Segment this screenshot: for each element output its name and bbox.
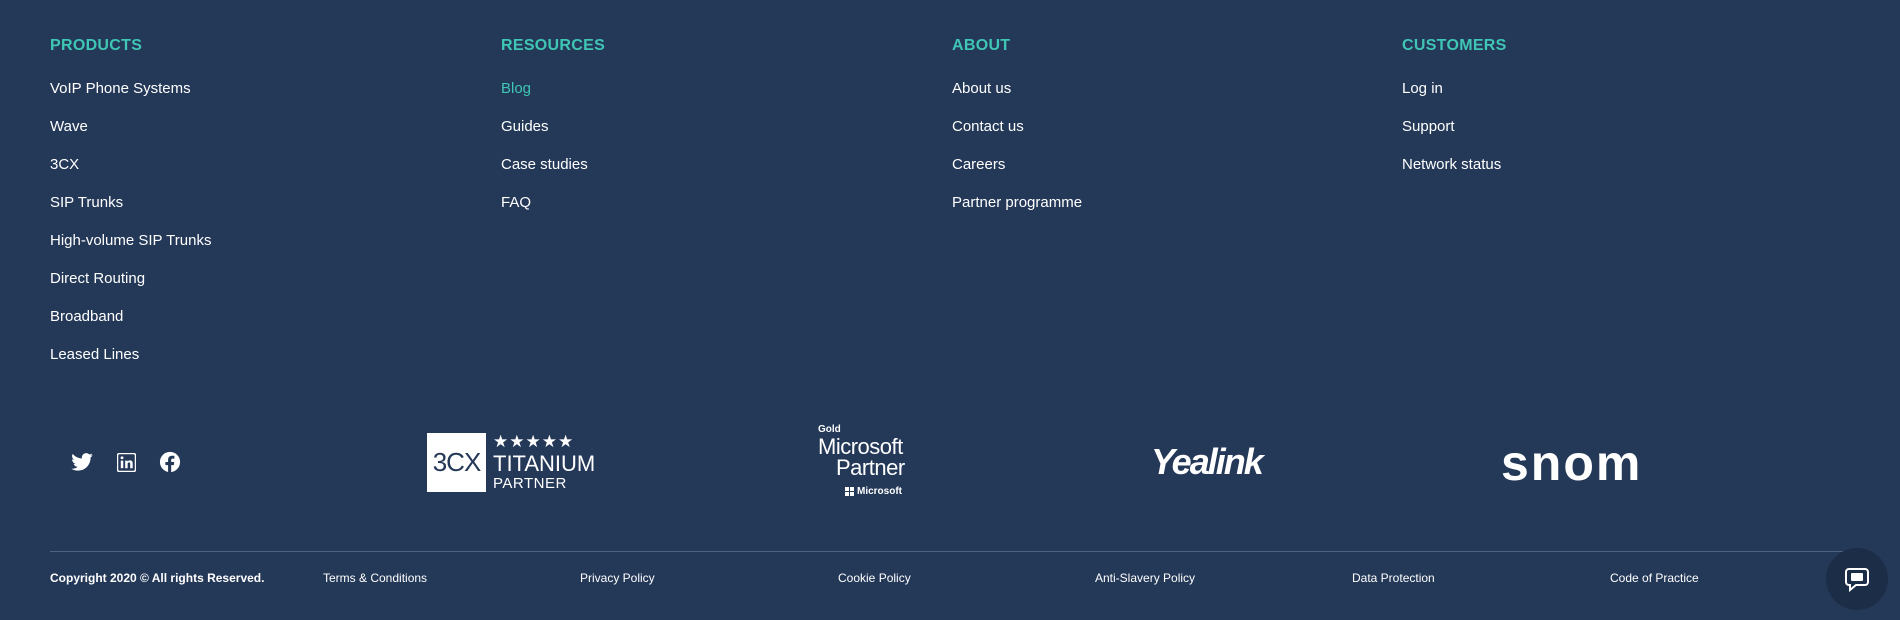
chat-icon — [1845, 568, 1869, 593]
resources-heading: RESOURCES — [501, 37, 606, 54]
link-anti-slavery-policy[interactable]: Anti-Slavery Policy — [1095, 569, 1195, 587]
ms-partner-text: Partner — [836, 455, 905, 480]
footer-divider — [50, 551, 1850, 552]
link-network-status[interactable]: Network status — [1402, 156, 1501, 173]
link-3cx[interactable]: 3CX — [50, 156, 79, 173]
link-privacy-policy[interactable]: Privacy Policy — [580, 569, 655, 587]
link-data-protection[interactable]: Data Protection — [1352, 569, 1435, 587]
about-column: ABOUT About us Contact us Careers Partne… — [952, 36, 1082, 231]
yealink-logo: Yealink — [1151, 441, 1264, 482]
footer-bottom-bar: Copyright 2020 © All rights Reserved. Te… — [50, 569, 1850, 589]
link-broadband[interactable]: Broadband — [50, 308, 123, 325]
copyright-text: Copyright 2020 © All rights Reserved. — [50, 571, 265, 585]
link-partner-programme[interactable]: Partner programme — [952, 194, 1082, 211]
footer-nav: PRODUCTS VoIP Phone Systems Wave 3CX SIP… — [50, 36, 1850, 376]
3cx-titanium-partner-logo: 3CX ★★★★★ TITANIUM PARTNER — [427, 432, 595, 492]
link-code-of-practice[interactable]: Code of Practice — [1610, 569, 1699, 587]
link-contact-us[interactable]: Contact us — [952, 118, 1024, 135]
social-links — [71, 451, 181, 473]
link-high-volume-sip-trunks[interactable]: High-volume SIP Trunks — [50, 232, 211, 249]
link-guides[interactable]: Guides — [501, 118, 549, 135]
link-log-in[interactable]: Log in — [1402, 80, 1443, 97]
ms-small-logo: Microsoft — [845, 486, 902, 498]
link-wave[interactable]: Wave — [50, 118, 88, 135]
chat-widget-button[interactable] — [1826, 548, 1888, 610]
link-sip-trunks[interactable]: SIP Trunks — [50, 194, 123, 211]
link-support[interactable]: Support — [1402, 118, 1455, 135]
link-blog[interactable]: Blog — [501, 80, 531, 97]
link-terms-conditions[interactable]: Terms & Conditions — [323, 569, 427, 587]
customers-column: CUSTOMERS Log in Support Network status — [1402, 36, 1507, 193]
snom-logo: snom — [1501, 435, 1643, 491]
stars-icon: ★★★★★ — [493, 432, 575, 451]
windows-icon — [845, 487, 855, 497]
microsoft-gold-partner-logo: Gold Microsoft Partner Microsoft — [818, 424, 908, 502]
linkedin-icon[interactable] — [115, 451, 137, 473]
link-case-studies[interactable]: Case studies — [501, 156, 588, 173]
customers-heading: CUSTOMERS — [1402, 37, 1507, 54]
products-column: PRODUCTS VoIP Phone Systems Wave 3CX SIP… — [50, 36, 211, 383]
ms-small-text: Microsoft — [857, 486, 902, 497]
3cx-logo-box: 3CX — [427, 433, 486, 492]
resources-list: Blog Guides Case studies FAQ — [501, 79, 605, 231]
link-leased-lines[interactable]: Leased Lines — [50, 346, 139, 363]
twitter-icon[interactable] — [71, 451, 93, 473]
3cx-partner-text: PARTNER — [493, 475, 567, 492]
link-direct-routing[interactable]: Direct Routing — [50, 270, 145, 287]
about-heading: ABOUT — [952, 37, 1011, 54]
link-about-us[interactable]: About us — [952, 80, 1011, 97]
about-list: About us Contact us Careers Partner prog… — [952, 79, 1082, 231]
link-cookie-policy[interactable]: Cookie Policy — [838, 569, 911, 587]
products-heading: PRODUCTS — [50, 37, 143, 54]
resources-column: RESOURCES Blog Guides Case studies FAQ — [501, 36, 605, 231]
facebook-icon[interactable] — [159, 451, 181, 473]
link-careers[interactable]: Careers — [952, 156, 1005, 173]
link-voip-phone-systems[interactable]: VoIP Phone Systems — [50, 80, 191, 97]
link-faq[interactable]: FAQ — [501, 194, 531, 211]
customers-list: Log in Support Network status — [1402, 79, 1507, 193]
3cx-titanium-text: TITANIUM — [493, 451, 596, 476]
products-list: VoIP Phone Systems Wave 3CX SIP Trunks H… — [50, 79, 211, 383]
